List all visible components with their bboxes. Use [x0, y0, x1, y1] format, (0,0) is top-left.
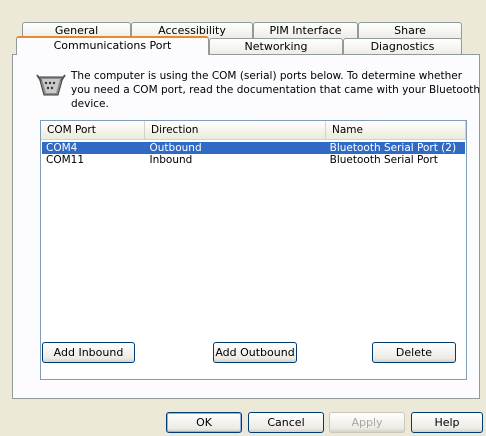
cell-name: Bluetooth Serial Port (2): [329, 142, 457, 154]
column-com-port[interactable]: COM Port: [41, 121, 145, 139]
help-button[interactable]: Help: [411, 412, 483, 433]
cell-port: COM11: [46, 154, 85, 166]
serial-port-icon: [36, 74, 66, 96]
cancel-button[interactable]: Cancel: [248, 412, 324, 433]
column-name[interactable]: Name: [326, 121, 466, 139]
delete-button[interactable]: Delete: [372, 342, 456, 363]
ok-button[interactable]: OK: [166, 412, 242, 433]
cell-port: COM4: [46, 142, 78, 154]
com-port-list[interactable]: COM Port Direction Name COM4 Outbound Bl…: [40, 120, 467, 380]
info-text: The computer is using the COM (serial) p…: [71, 70, 481, 110]
apply-button[interactable]: Apply: [329, 412, 405, 433]
tab-networking[interactable]: Networking: [209, 38, 343, 55]
column-direction[interactable]: Direction: [145, 121, 326, 139]
cell-name: Bluetooth Serial Port: [329, 154, 438, 166]
list-item[interactable]: COM11 Inbound Bluetooth Serial Port: [42, 154, 465, 166]
add-inbound-button[interactable]: Add Inbound: [42, 342, 135, 363]
tab-pim-interface[interactable]: PIM Interface: [253, 22, 358, 39]
tab-diagnostics[interactable]: Diagnostics: [343, 38, 462, 55]
list-item[interactable]: COM4 Outbound Bluetooth Serial Port (2): [42, 142, 465, 154]
bluetooth-settings-dialog: General Accessibility PIM Interface Shar…: [0, 0, 486, 436]
tab-share[interactable]: Share: [358, 22, 462, 39]
list-header: COM Port Direction Name: [41, 121, 466, 140]
add-outbound-button[interactable]: Add Outbound: [213, 342, 297, 363]
communications-port-panel: The computer is using the COM (serial) p…: [12, 54, 480, 399]
tab-communications-port[interactable]: Communications Port: [16, 36, 209, 55]
cell-direction: Outbound: [149, 142, 202, 154]
cell-direction: Inbound: [149, 154, 193, 166]
